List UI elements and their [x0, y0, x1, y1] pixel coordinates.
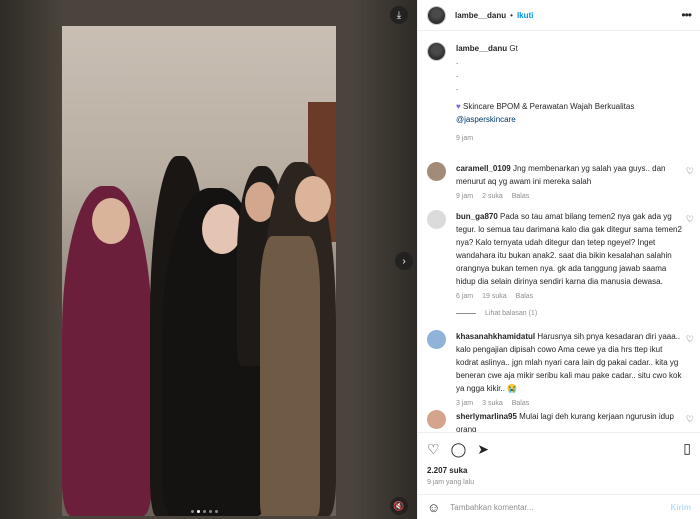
figure-face	[202, 204, 242, 254]
heart-icon[interactable]: ♡	[686, 414, 694, 425]
carousel-dot	[203, 510, 206, 513]
caption-dot: .	[456, 83, 459, 92]
comment-time: 6 jam	[456, 293, 474, 300]
comment-time: 9 jam	[456, 193, 474, 200]
follow-button[interactable]: Ikuti	[517, 11, 533, 20]
share-icon[interactable]: ➤	[477, 441, 489, 458]
promo-text: Skincare BPOM & Perawatan Wajah Berkuali…	[462, 102, 635, 111]
comment-time: 3 jam	[456, 400, 474, 407]
comment-input[interactable]	[450, 503, 651, 512]
comment-username[interactable]: khasanahkhamidatul	[456, 332, 535, 341]
header-username[interactable]: lambe__danu	[455, 11, 506, 20]
reply-button[interactable]: Balas	[512, 193, 530, 200]
caption-username[interactable]: lambe__danu	[456, 44, 507, 53]
avatar[interactable]	[427, 162, 446, 181]
comment-likes[interactable]: 3 suka	[482, 400, 503, 407]
avatar[interactable]	[427, 330, 446, 349]
purple-heart-icon: ♥	[456, 102, 461, 111]
comment-item: bun_ga870 Pada so tau amat bilang temen2…	[427, 210, 697, 317]
heart-icon[interactable]: ♡	[686, 166, 694, 177]
post-time: 9 jam yang lalu	[427, 479, 475, 486]
bookmark-icon[interactable]: ▯	[683, 440, 691, 457]
post-comment-button[interactable]: Kirim	[671, 503, 691, 512]
carousel-indicator	[191, 510, 218, 513]
caption-time: 9 jam	[456, 135, 474, 142]
video-frame[interactable]	[62, 26, 336, 516]
post-caption: lambe__danu Gt . . . ♥ Skincare BPOM & P…	[427, 42, 692, 145]
caption-dot: .	[456, 70, 459, 79]
comment-item: sherlymarlina95 Mulai lagi deh kurang ke…	[427, 410, 697, 432]
view-replies-label: Lihat balasan (1)	[485, 310, 538, 317]
comment-likes[interactable]: 19 suka	[482, 293, 507, 300]
mute-icon[interactable]: 🔇	[390, 497, 408, 515]
avatar[interactable]	[427, 5, 446, 25]
avatar[interactable]	[427, 410, 446, 429]
comment-item: khasanahkhamidatul Harusnya sih pnya kes…	[427, 330, 697, 407]
like-heart-icon[interactable]: ♡	[427, 441, 440, 458]
figure-face	[295, 176, 331, 222]
download-icon[interactable]: ⤓	[390, 6, 408, 24]
avatar[interactable]	[427, 210, 446, 229]
comment-icon[interactable]: ◯	[451, 441, 467, 458]
comment-text: Pada so tau amat bilang temen2 nya gak a…	[456, 212, 682, 286]
caption-text: Gt	[509, 44, 518, 53]
divider	[456, 313, 476, 314]
separator: •	[510, 10, 513, 20]
comment-username[interactable]: sherlymarlina95	[456, 412, 517, 421]
post-media[interactable]: ⤓ › 🔇	[0, 0, 417, 519]
carousel-dot	[209, 510, 212, 513]
reply-button[interactable]: Balas	[516, 293, 534, 300]
carousel-dot	[191, 510, 194, 513]
comment-item: caramell_0109 Jng membenarkan yg salah y…	[427, 162, 697, 200]
post-header: lambe__danu • Ikuti •••	[418, 0, 700, 31]
comment-likes[interactable]: 2 suka	[482, 193, 503, 200]
post-side-panel: lambe__danu • Ikuti ••• lambe__danu Gt .…	[417, 0, 700, 519]
avatar[interactable]	[427, 42, 446, 61]
promo-link[interactable]: @jasperskincare	[456, 115, 516, 124]
figure-face	[92, 198, 130, 244]
carousel-dot	[197, 510, 200, 513]
reply-button[interactable]: Balas	[512, 400, 530, 407]
comment-username[interactable]: bun_ga870	[456, 212, 498, 221]
post-actions: ♡ ◯ ➤ ▯ 2.207 suka 9 jam yang lalu ☺ Kir…	[418, 432, 700, 519]
next-arrow-icon[interactable]: ›	[395, 252, 413, 270]
carousel-dot	[215, 510, 218, 513]
comments-scroll-area[interactable]: lambe__danu Gt . . . ♥ Skincare BPOM & P…	[418, 32, 700, 432]
comment-username[interactable]: caramell_0109	[456, 164, 511, 173]
view-replies-button[interactable]: Lihat balasan (1)	[456, 310, 697, 317]
caption-dot: .	[456, 57, 459, 66]
likes-count[interactable]: 2.207 suka	[427, 466, 467, 475]
comment-text: Harusnya sih pnya kesadaran diri yaaa.. …	[456, 332, 682, 393]
figure-brown-dress	[260, 236, 320, 516]
heart-icon[interactable]: ♡	[686, 334, 694, 345]
emoji-icon[interactable]: ☺	[427, 500, 440, 515]
heart-icon[interactable]: ♡	[686, 214, 694, 225]
more-horizontal-icon[interactable]: •••	[681, 8, 692, 22]
comment-composer: ☺ Kirim	[418, 494, 700, 519]
